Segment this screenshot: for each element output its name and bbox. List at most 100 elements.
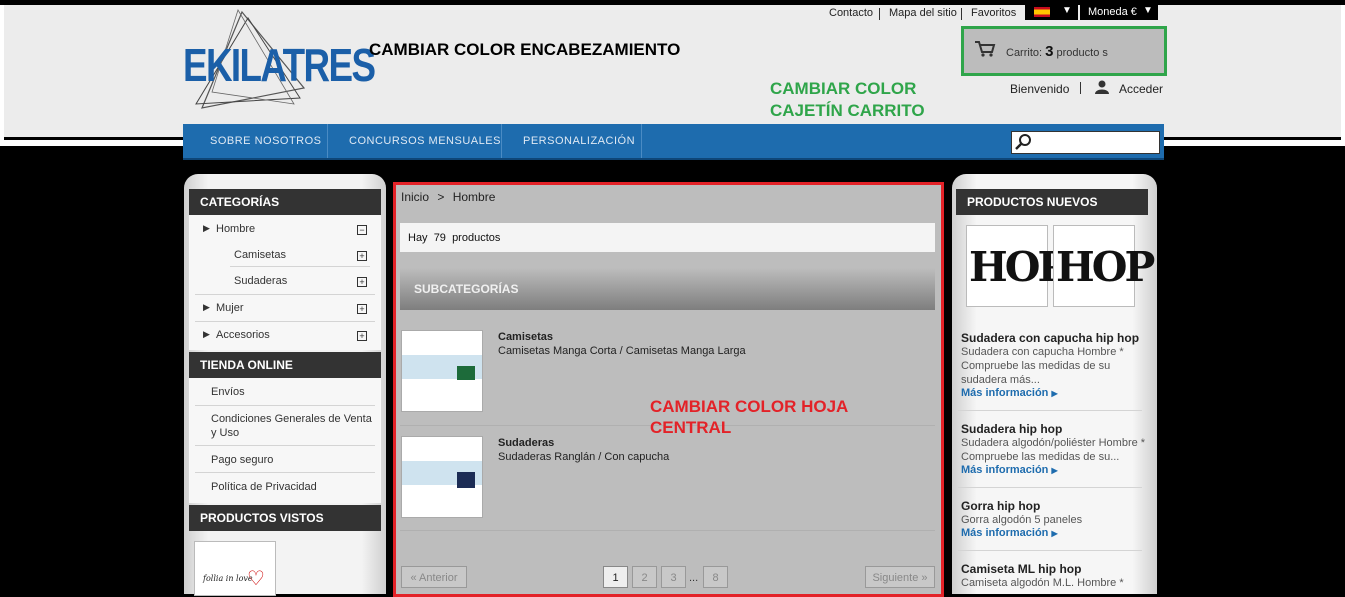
- divider: [230, 266, 370, 267]
- breadcrumb-current: Hombre: [452, 190, 496, 204]
- search-icon[interactable]: [1014, 133, 1032, 151]
- count-suffix: productos: [452, 232, 501, 244]
- contact-link[interactable]: Contacto: [829, 7, 873, 19]
- store-link-privacy[interactable]: Política de Privacidad: [211, 481, 317, 493]
- product-desc-line: Camiseta algodón M.L. Hombre *: [961, 577, 1124, 589]
- divider: [958, 487, 1142, 488]
- favorites-link[interactable]: Favoritos: [971, 7, 1016, 19]
- viewed-title: PRODUCTOS VISTOS: [189, 505, 381, 531]
- product-desc: Camiseta algodón M.L. Hombre *: [961, 576, 1146, 590]
- product-desc-line: Compruebe las medidas de su: [961, 360, 1111, 372]
- thumb-text: HOP: [1056, 243, 1155, 291]
- cart-annotation-line: CAMBIAR COLOR: [770, 79, 917, 98]
- nav-item-contests[interactable]: CONCURSOS MENSUALES: [349, 135, 501, 147]
- chevron-down-icon: ▼: [1062, 5, 1072, 16]
- cart-suffix: producto s: [1056, 47, 1108, 59]
- chevron-down-icon: ▼: [1143, 5, 1153, 16]
- product-title[interactable]: Camiseta ML hip hop: [961, 562, 1081, 576]
- subcategory-thumb[interactable]: [401, 436, 483, 518]
- count-number: 79: [433, 232, 446, 244]
- expand-icon[interactable]: +: [357, 304, 367, 314]
- product-desc-line: Sudadera con capucha Hombre *: [961, 346, 1124, 358]
- subcategories-title: SUBCATEGORÍAS: [414, 282, 519, 296]
- new-product-thumb[interactable]: HOP: [1053, 225, 1155, 307]
- nav-item-customization[interactable]: PERSONALIZACIÓN: [523, 135, 635, 147]
- nav-separator: [641, 124, 642, 158]
- search-input[interactable]: [1011, 131, 1160, 154]
- caret-right-icon: ▶: [203, 302, 210, 312]
- separator: [879, 8, 880, 20]
- store-link-terms-cont[interactable]: y Uso: [211, 427, 239, 439]
- subcategory-desc: Sudaderas Ranglán / Con capucha: [498, 451, 670, 463]
- product-desc: Gorra algodón 5 paneles: [961, 513, 1146, 527]
- login-link[interactable]: Acceder: [1119, 82, 1163, 96]
- divider: [195, 294, 375, 295]
- product-title[interactable]: Sudadera con capucha hip hop: [961, 331, 1139, 345]
- cart-summary[interactable]: Carrito: 3 producto s: [1006, 43, 1108, 60]
- user-icon: [1095, 80, 1109, 94]
- viewed-thumb-text: follia in love: [203, 574, 253, 583]
- product-desc-line: Gorra algodón 5 paneles: [961, 514, 1083, 526]
- page-button-1[interactable]: 1: [603, 566, 628, 588]
- subcategory-name[interactable]: Sudaderas: [498, 437, 554, 449]
- store-link-shipping[interactable]: Envíos: [211, 386, 245, 398]
- product-count: Hay 79 productos: [408, 232, 500, 244]
- center-annotation-line: CAMBIAR COLOR HOJA: [650, 397, 849, 416]
- sitemap-link[interactable]: Mapa del sitio: [889, 7, 957, 19]
- page-button-2[interactable]: 2: [632, 566, 657, 588]
- page-button-8[interactable]: 8: [703, 566, 728, 588]
- category-accesorios[interactable]: Accesorios: [216, 329, 270, 341]
- category-mujer[interactable]: Mujer: [216, 302, 244, 314]
- product-title[interactable]: Sudadera hip hop: [961, 422, 1062, 436]
- product-title[interactable]: Gorra hip hop: [961, 499, 1040, 513]
- center-annotation: CAMBIAR COLOR HOJA CENTRAL: [650, 396, 848, 438]
- subcategory-name[interactable]: Camisetas: [498, 331, 553, 343]
- separator: [961, 8, 962, 20]
- divider: [195, 405, 375, 406]
- nav-item-about[interactable]: SOBRE NOSOTROS: [210, 135, 322, 147]
- collapse-icon[interactable]: −: [357, 225, 367, 235]
- store-link-terms[interactable]: Condiciones Generales de Venta: [211, 413, 372, 425]
- more-info-link[interactable]: Más información ▶: [961, 527, 1058, 539]
- viewed-product-thumb[interactable]: follia in love ♡: [194, 541, 276, 596]
- caret-right-icon: ▶: [1051, 389, 1058, 398]
- breadcrumb-home[interactable]: Inicio: [401, 190, 429, 204]
- expand-icon[interactable]: +: [357, 251, 367, 261]
- product-desc: Sudadera algodón/poliéster Hombre * Comp…: [961, 436, 1146, 464]
- new-products-title: PRODUCTOS NUEVOS: [956, 189, 1148, 215]
- cart-label: Carrito:: [1006, 47, 1043, 59]
- header-annotation: CAMBIAR COLOR ENCABEZAMIENTO: [369, 40, 681, 59]
- divider: [400, 530, 935, 531]
- pagination-ellipsis: ...: [689, 572, 699, 584]
- page-button-3[interactable]: 3: [661, 566, 686, 588]
- category-sudaderas[interactable]: Sudaderas: [234, 275, 287, 287]
- caret-right-icon: ▶: [1051, 466, 1058, 475]
- new-product-thumb[interactable]: HOP: [966, 225, 1068, 307]
- thumb-text: HOP: [969, 243, 1068, 291]
- center-annotation-line: CENTRAL: [650, 418, 732, 437]
- more-info-link[interactable]: Más información ▶: [961, 387, 1058, 399]
- tshirt-icon: [457, 366, 475, 380]
- caret-right-icon: ▶: [1051, 529, 1058, 538]
- breadcrumb: Inicio > Hombre: [401, 190, 495, 204]
- expand-icon[interactable]: +: [357, 277, 367, 287]
- expand-icon[interactable]: +: [357, 331, 367, 341]
- more-info-label: Más información: [961, 387, 1049, 399]
- nav-separator: [327, 124, 328, 158]
- cart-annotation-line: CAJETÍN CARRITO: [770, 101, 925, 120]
- more-info-link[interactable]: Más información ▶: [961, 464, 1058, 476]
- store-link-payment[interactable]: Pago seguro: [211, 454, 273, 466]
- currency-label: Moneda €: [1088, 6, 1137, 18]
- category-hombre[interactable]: Hombre: [216, 223, 255, 235]
- next-page-button[interactable]: Siguiente »: [865, 566, 935, 588]
- currency-selector[interactable]: Moneda € ▼: [1080, 4, 1158, 20]
- prev-page-button[interactable]: « Anterior: [401, 566, 467, 588]
- welcome-text: Bienvenido: [1010, 82, 1070, 96]
- store-title: TIENDA ONLINE: [189, 352, 381, 378]
- nav-separator: [501, 124, 502, 158]
- caret-right-icon: ▶: [203, 223, 210, 233]
- divider: [195, 321, 375, 322]
- category-camisetas[interactable]: Camisetas: [234, 249, 286, 261]
- subcategory-thumb[interactable]: [401, 330, 483, 412]
- language-selector[interactable]: ▼: [1025, 4, 1078, 20]
